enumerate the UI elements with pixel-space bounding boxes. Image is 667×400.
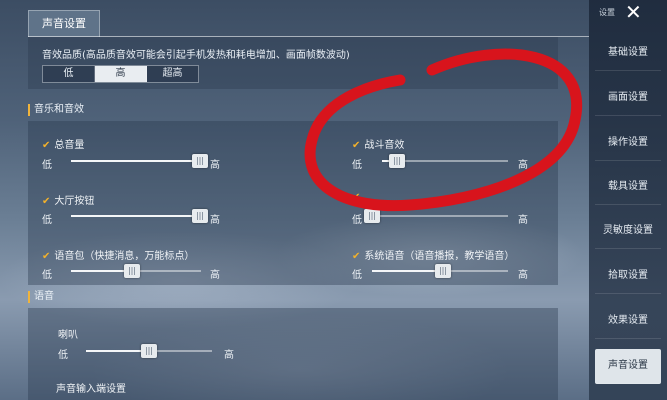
speaker-slider[interactable] [86, 344, 212, 358]
slider-handle[interactable] [141, 344, 157, 358]
master-volume-checkbox[interactable]: ✔ 总音量 [42, 136, 84, 151]
sidebar-header: 设置 ✕ [589, 0, 667, 26]
slider-low-label: 低 [352, 270, 362, 281]
check-icon: ✔ [352, 192, 361, 203]
system-voice-slider[interactable] [372, 264, 508, 278]
slider-low-label: 低 [58, 350, 68, 361]
slider-low-label: 低 [42, 270, 52, 281]
slider-handle[interactable] [364, 209, 380, 223]
quality-option-ultra[interactable]: 超高 [147, 66, 198, 82]
sidebar-item-pickup[interactable]: 拾取设置 [595, 259, 661, 294]
slider-low-label: 低 [352, 215, 362, 226]
sidebar-item-graphics[interactable]: 画面设置 [595, 81, 661, 116]
slider-fill [71, 160, 200, 162]
sidebar-item-basic[interactable]: 基础设置 [595, 36, 661, 71]
slider-low-label: 低 [42, 160, 52, 171]
voice-input-settings-label: 声音输入端设置 [56, 384, 126, 395]
voice-pack-label: 语音包（快捷消息，万能标点） [54, 251, 195, 262]
voice-section: 喇叭 低 高 声音输入端设置 [28, 308, 558, 400]
lobby-button-label: 大厅按钮 [54, 196, 95, 207]
sound-quality-label: 音效品质(高品质音效可能会引起手机发热和耗电增加、画面帧数波动) [42, 50, 350, 61]
slider-high-label: 高 [224, 350, 234, 361]
sidebar-item-vehicle[interactable]: 载具设置 [595, 170, 661, 205]
music-section: ✔ 总音量 低 高 ✔ 战斗音效 低 高 ✔ 大厅按钮 低 高 ✔ 低 高 ✔ … [28, 121, 558, 285]
check-icon: ✔ [352, 140, 361, 151]
slider-high-label: 高 [518, 270, 528, 281]
settings-label: 设置 [599, 8, 615, 17]
slider-fill [86, 350, 149, 352]
close-icon[interactable]: ✕ [625, 1, 642, 23]
obscured-slider[interactable] [364, 209, 508, 223]
check-icon: ✔ [42, 196, 51, 207]
sidebar-item-sensitivity[interactable]: 灵敏度设置 [595, 214, 661, 249]
sidebar-item-effects[interactable]: 效果设置 [595, 304, 661, 339]
sound-quality-selector: 低 高 超高 [42, 65, 199, 83]
slider-fill [372, 270, 443, 272]
quality-option-low[interactable]: 低 [43, 66, 95, 82]
lobby-button-slider[interactable] [71, 209, 208, 223]
sidebar-item-controls[interactable]: 操作设置 [595, 126, 661, 161]
slider-high-label: 高 [518, 160, 528, 171]
settings-panel: 声音设置 音效品质(高品质音效可能会引起手机发热和耗电增加、画面帧数波动) 低 … [0, 0, 589, 400]
combat-sound-label: 战斗音效 [364, 140, 405, 151]
quality-option-high[interactable]: 高 [95, 66, 147, 82]
slider-fill [71, 215, 200, 217]
slider-handle[interactable] [434, 264, 451, 278]
check-icon: ✔ [352, 251, 361, 262]
master-volume-label: 总音量 [54, 140, 85, 151]
system-voice-label: 系统语音（语音播报，教学语音） [364, 251, 515, 262]
slider-high-label: 高 [210, 215, 220, 226]
music-section-title: 音乐和音效 [28, 101, 558, 119]
check-icon: ✔ [42, 251, 51, 262]
system-voice-checkbox[interactable]: ✔ 系统语音（语音播报，教学语音） [352, 247, 514, 262]
slider-handle[interactable] [124, 264, 141, 278]
slider-handle[interactable] [191, 209, 208, 223]
voice-section-title: 语音 [28, 288, 558, 306]
slider-high-label: 高 [210, 160, 220, 171]
obscured-checkbox[interactable]: ✔ [352, 192, 364, 203]
voice-pack-checkbox[interactable]: ✔ 语音包（快捷消息，万能标点） [42, 247, 194, 262]
combat-sound-slider[interactable] [382, 154, 508, 168]
settings-sidebar: 设置 ✕ 基础设置 画面设置 操作设置 载具设置 灵敏度设置 拾取设置 效果设置… [589, 0, 667, 400]
sidebar-item-sound[interactable]: 声音设置 [595, 349, 661, 384]
master-volume-slider[interactable] [71, 154, 208, 168]
sound-quality-group: 音效品质(高品质音效可能会引起手机发热和耗电增加、画面帧数波动) 低 高 超高 [28, 37, 558, 89]
slider-high-label: 高 [518, 215, 528, 226]
slider-low-label: 低 [352, 160, 362, 171]
sound-settings-tab[interactable]: 声音设置 [28, 10, 100, 37]
speaker-label: 喇叭 [58, 330, 78, 341]
combat-sound-checkbox[interactable]: ✔ 战斗音效 [352, 136, 404, 151]
check-icon: ✔ [42, 140, 51, 151]
slider-fill [71, 270, 133, 272]
lobby-button-checkbox[interactable]: ✔ 大厅按钮 [42, 192, 94, 207]
slider-handle[interactable] [191, 154, 208, 168]
voice-pack-slider[interactable] [71, 264, 201, 278]
slider-low-label: 低 [42, 215, 52, 226]
slider-handle[interactable] [389, 154, 406, 168]
slider-high-label: 高 [210, 270, 220, 281]
